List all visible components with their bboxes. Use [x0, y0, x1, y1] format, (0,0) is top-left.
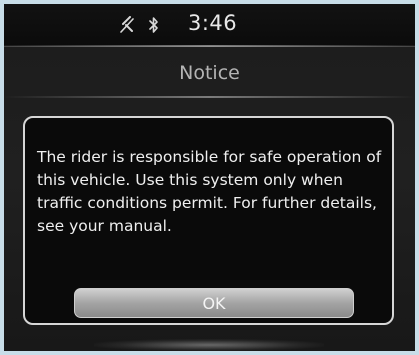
status-bar-divider [4, 45, 415, 47]
clock: 3:46 [188, 11, 238, 35]
mute-icon [120, 16, 134, 33]
bluetooth-icon [149, 17, 158, 33]
ok-button[interactable]: OK [74, 288, 354, 318]
notice-message: The rider is responsible for safe operat… [37, 148, 382, 235]
screen: 3:46 Notice The rider is responsible for… [4, 4, 415, 351]
header-divider [4, 96, 415, 98]
page-title: Notice [179, 62, 240, 84]
status-bar: 3:46 [4, 4, 415, 47]
bottom-glow [94, 339, 324, 351]
notice-dialog: The rider is responsible for safe operat… [23, 116, 394, 325]
